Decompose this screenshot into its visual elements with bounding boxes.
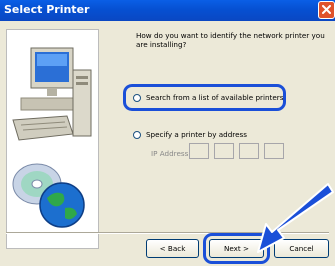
- specify-address-radio[interactable]: Specify a printer by address: [133, 130, 247, 139]
- close-button[interactable]: [318, 1, 335, 19]
- ip-address-label: IP Address: [151, 149, 189, 158]
- question-text: How do you want to identify the network …: [136, 31, 325, 49]
- search-from-list-radio[interactable]: Search from a list of available printers: [133, 93, 283, 102]
- window-title: Select Printer: [4, 3, 90, 16]
- globe-icon: [39, 182, 85, 228]
- ip-octet-3[interactable]: [239, 143, 259, 159]
- next-button-label: Next >: [223, 244, 250, 253]
- back-button[interactable]: < Back: [146, 239, 199, 258]
- radio-circle[interactable]: [133, 93, 141, 102]
- pointer-arrow-icon: [257, 183, 334, 253]
- close-icon: [322, 5, 331, 14]
- radio-label-specify: Specify a printer by address: [146, 130, 248, 139]
- illustration-panel: [6, 29, 99, 249]
- back-button-label: < Back: [159, 244, 186, 253]
- radio-circle[interactable]: [133, 130, 141, 139]
- radio-label-search: Search from a list of available printers: [146, 93, 284, 102]
- ip-octet-2[interactable]: [214, 143, 234, 159]
- ip-octet-4[interactable]: [264, 143, 284, 159]
- ip-octet-1[interactable]: [189, 143, 209, 159]
- title-bar: Select Printer: [0, 0, 335, 21]
